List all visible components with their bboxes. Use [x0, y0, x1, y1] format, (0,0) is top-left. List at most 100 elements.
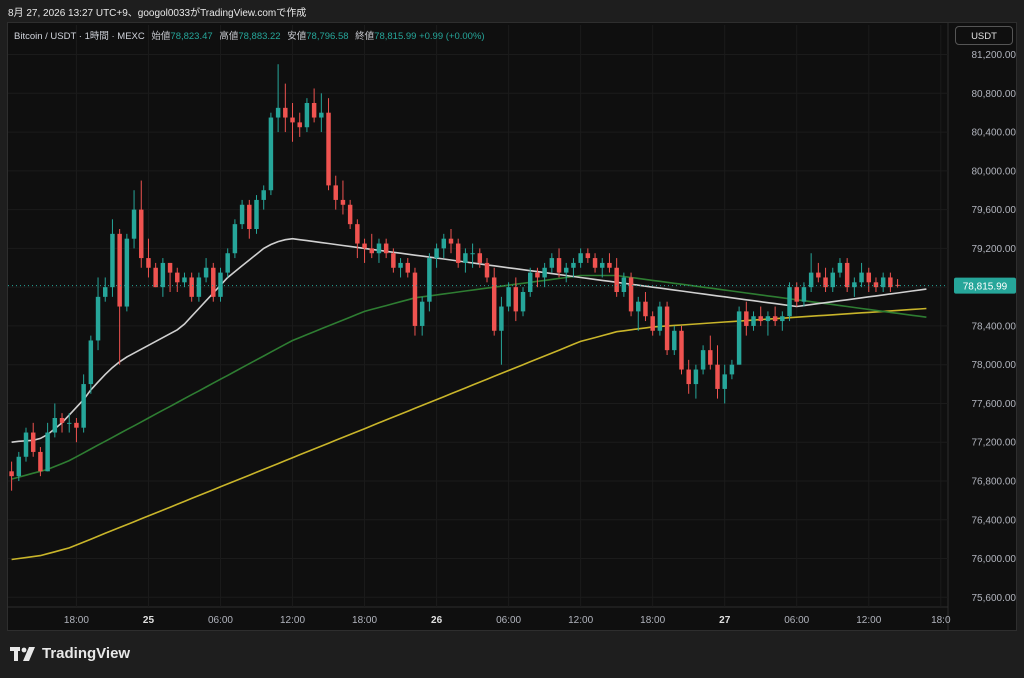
candle-body	[74, 422, 79, 428]
y-tick-label: 78,400.00	[972, 321, 1017, 332]
candle-body	[333, 185, 338, 200]
open-label: 始値	[151, 31, 171, 42]
candle-body	[369, 248, 374, 254]
y-tick-label: 76,000.00	[972, 554, 1017, 565]
candle-body	[30, 432, 36, 452]
candle-body	[455, 243, 461, 263]
candle-body	[499, 306, 504, 331]
candle-body	[585, 253, 591, 259]
low-value: 78,796.58	[306, 31, 349, 42]
candle-body	[650, 316, 655, 331]
candle-body	[23, 432, 29, 457]
candle-body	[311, 103, 317, 118]
candle-body	[326, 112, 331, 186]
candle-body	[297, 122, 302, 128]
candle-body	[470, 253, 475, 255]
candle-body	[45, 432, 50, 472]
candle-body	[816, 272, 821, 278]
candle-body	[837, 262, 843, 273]
candle-body	[780, 316, 785, 322]
tradingview-logo[interactable]: TradingView	[10, 645, 130, 662]
candle-body	[679, 330, 684, 370]
candle-body	[88, 340, 94, 385]
candle-body	[340, 199, 346, 205]
candle-body	[722, 374, 727, 389]
candle-body	[736, 311, 742, 365]
candle-body	[319, 112, 324, 118]
close-value: 78,815.99	[374, 31, 417, 42]
x-tick-label: 27	[719, 615, 731, 626]
open-value: 78,823.47	[170, 31, 213, 42]
close-label: 終値	[355, 31, 375, 42]
candle-body	[715, 364, 720, 389]
candle-body	[203, 267, 209, 278]
candle-body	[355, 224, 360, 244]
currency-button[interactable]: USDT	[955, 26, 1013, 45]
x-tick-label: 25	[143, 615, 155, 626]
candle-body	[103, 287, 108, 297]
x-tick-label: 18:00	[352, 615, 377, 626]
change-value: +0.99 (+0.00%)	[419, 31, 485, 42]
candle-body	[427, 258, 432, 302]
candle-body	[211, 267, 216, 297]
candle-body	[621, 277, 627, 292]
candle-body	[571, 262, 576, 268]
y-tick-label: 79,600.00	[972, 205, 1017, 216]
candle-body	[182, 277, 187, 283]
x-tick-label: 18:0	[931, 615, 951, 626]
x-tick-label: 12:00	[856, 615, 881, 626]
y-tick-label: 76,400.00	[972, 515, 1017, 526]
x-tick-label: 18:00	[640, 615, 665, 626]
candle-body	[852, 282, 857, 288]
candle-body	[376, 243, 382, 254]
candle-body	[873, 282, 879, 288]
x-tick-label: 18:00	[64, 615, 89, 626]
candle-body	[189, 277, 194, 297]
candle-body	[801, 287, 807, 302]
candle-body	[405, 262, 411, 273]
candle-body	[700, 350, 706, 370]
y-tick-label: 78,000.00	[972, 360, 1017, 371]
candle-body	[556, 258, 562, 273]
candle-body	[441, 238, 447, 249]
candle-body	[520, 292, 526, 312]
candle-body	[693, 369, 699, 385]
candle-body	[607, 262, 612, 268]
candle-body	[268, 117, 274, 191]
last-price-label: 78,815.99	[963, 282, 1008, 293]
candle-body	[304, 103, 310, 128]
candle-body	[506, 287, 511, 307]
candle-body	[290, 117, 295, 123]
y-tick-label: 80,000.00	[972, 166, 1017, 177]
y-tick-label: 81,200.00	[972, 50, 1017, 61]
x-tick-label: 06:00	[784, 615, 809, 626]
candle-body	[729, 364, 735, 375]
candle-body	[564, 267, 569, 273]
candle-body	[196, 277, 202, 297]
candle-body	[117, 233, 122, 307]
candle-body	[139, 209, 144, 259]
y-tick-label: 80,800.00	[972, 89, 1017, 100]
candle-body	[830, 272, 835, 288]
candle-body	[859, 272, 864, 283]
candle-body	[124, 238, 130, 307]
ohlc-legend: Bitcoin / USDT · 1時間 · MEXC 始値78,823.47 …	[14, 28, 485, 42]
price-chart[interactable]: 75,600.00 76,000.00 76,400.00 76,800.00 77,2…	[0, 0, 1024, 640]
candle-body	[636, 301, 641, 312]
high-label: 高値	[219, 31, 239, 42]
y-tick-label: 75,600.00	[972, 593, 1017, 604]
candle-body	[765, 316, 771, 322]
candle-body	[225, 253, 230, 273]
candle-body	[787, 287, 792, 317]
candle-body	[81, 384, 86, 428]
candle-body	[751, 316, 756, 326]
candle-body	[146, 258, 151, 268]
low-label: 安値	[287, 31, 307, 42]
candle-body	[383, 243, 389, 254]
candle-body	[744, 311, 749, 326]
candle-body	[175, 272, 180, 283]
tradingview-brand: TradingView	[42, 645, 131, 662]
candle-body	[794, 287, 799, 302]
x-tick-label: 12:00	[568, 615, 593, 626]
candle-body	[131, 209, 137, 239]
